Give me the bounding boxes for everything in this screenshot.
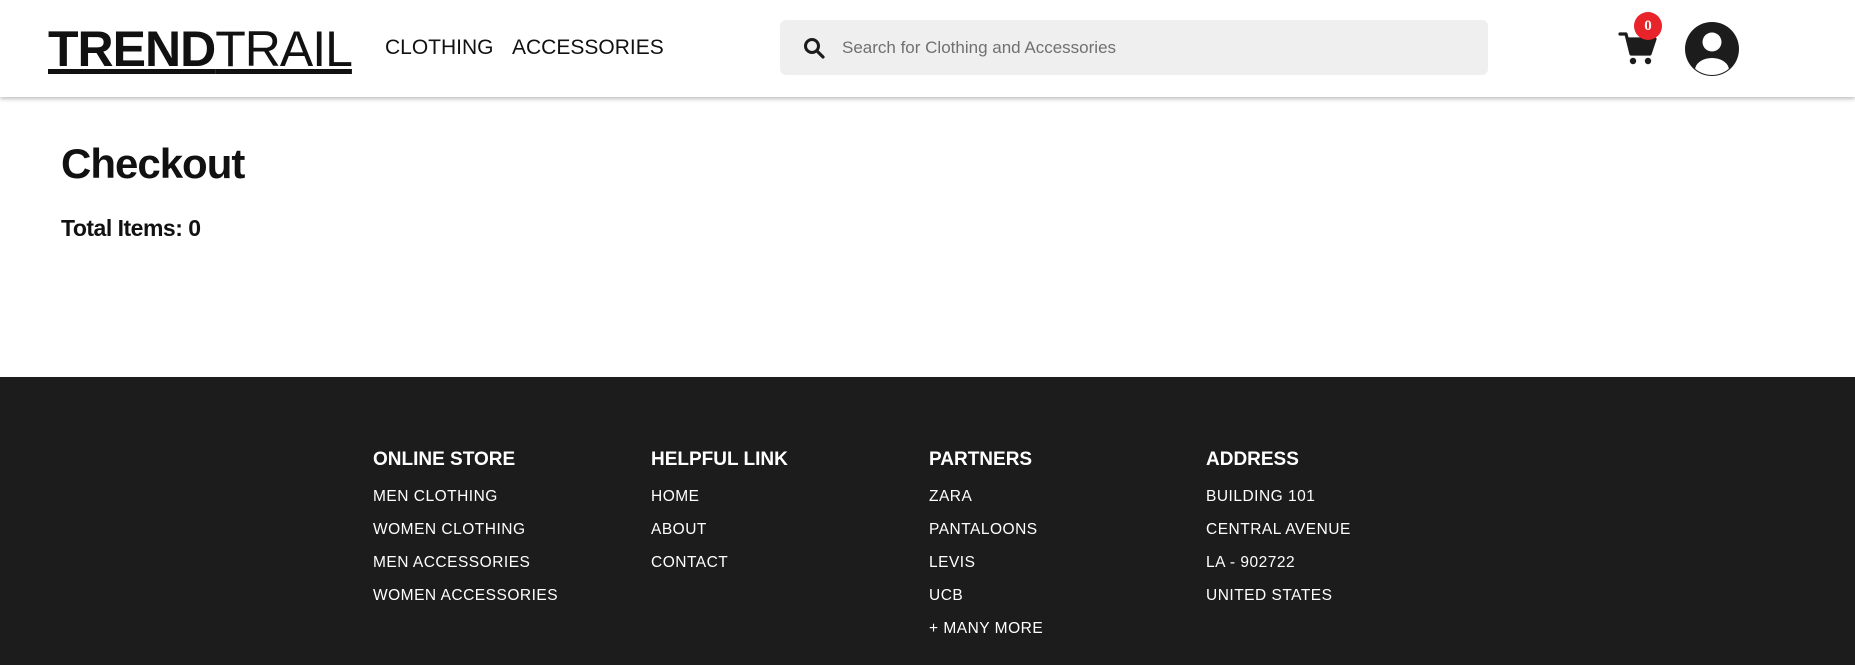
footer-link-many-more[interactable]: + MANY MORE — [929, 612, 1189, 645]
address-line: UNITED STATES — [1206, 587, 1333, 604]
footer-heading: ONLINE STORE — [373, 449, 516, 470]
footer-link-about[interactable]: ABOUT — [651, 513, 911, 546]
search-icon[interactable] — [802, 36, 826, 60]
total-items-label: Total Items: 0 — [61, 215, 201, 241]
footer-column-address: ADDRESS BUILDING 101 CENTRAL AVENUE LA -… — [1206, 448, 1466, 612]
footer-link-contact[interactable]: CONTACT — [651, 546, 911, 579]
nav-clothing[interactable]: CLOTHING — [385, 34, 494, 62]
footer-column-helpful-link: HELPFUL LINK HOME ABOUT CONTACT — [651, 448, 911, 579]
footer-link-men-accessories[interactable]: MEN ACCESSORIES — [373, 546, 633, 579]
footer-link-ucb[interactable]: UCB — [929, 579, 1189, 612]
footer-heading: HELPFUL LINK — [651, 449, 788, 470]
page-title: Checkout — [61, 140, 245, 187]
address-line: LA - 902722 — [1206, 554, 1296, 571]
user-avatar-icon[interactable] — [1684, 21, 1740, 77]
footer-column-online-store: ONLINE STORE MEN CLOTHING WOMEN CLOTHING… — [373, 448, 633, 612]
footer-link-levis[interactable]: LEVIS — [929, 546, 1189, 579]
cart-count-badge: 0 — [1634, 12, 1662, 40]
footer-link-zara[interactable]: ZARA — [929, 480, 1189, 513]
search-input[interactable] — [842, 20, 1472, 75]
footer-heading: ADDRESS — [1206, 449, 1299, 470]
footer-heading: PARTNERS — [929, 449, 1033, 470]
site-header: TRENDTRAIL CLOTHING ACCESSORIES 0 — [0, 0, 1855, 97]
site-logo[interactable]: TRENDTRAIL — [48, 20, 353, 78]
footer-link-women-accessories[interactable]: WOMEN ACCESSORIES — [373, 579, 633, 612]
search-bar — [780, 20, 1488, 75]
nav-accessories[interactable]: ACCESSORIES — [512, 34, 664, 62]
address-line: BUILDING 101 — [1206, 488, 1316, 505]
site-footer: ONLINE STORE MEN CLOTHING WOMEN CLOTHING… — [0, 377, 1855, 665]
footer-link-pantaloons[interactable]: PANTALOONS — [929, 513, 1189, 546]
address-line: CENTRAL AVENUE — [1206, 521, 1351, 538]
logo-light-text: TRAIL — [215, 21, 353, 77]
main-content: Checkout Total Items: 0 — [0, 97, 1855, 377]
logo-bold-text: TREND — [48, 21, 216, 77]
footer-link-women-clothing[interactable]: WOMEN CLOTHING — [373, 513, 633, 546]
footer-link-men-clothing[interactable]: MEN CLOTHING — [373, 480, 633, 513]
footer-column-partners: PARTNERS ZARA PANTALOONS LEVIS UCB + MAN… — [929, 448, 1189, 645]
footer-link-home[interactable]: HOME — [651, 480, 911, 513]
